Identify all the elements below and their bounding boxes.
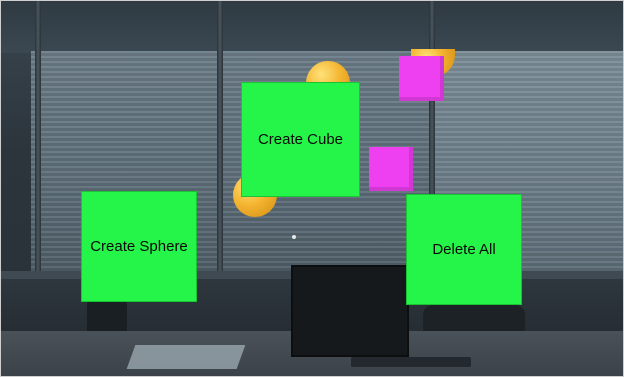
create-cube-label: Create Cube (257, 131, 344, 148)
create-sphere-button[interactable]: Create Sphere (81, 191, 197, 302)
hologram-cube[interactable] (369, 147, 413, 191)
create-cube-button[interactable]: Create Cube (241, 82, 360, 197)
gaze-cursor (292, 235, 296, 239)
delete-all-button[interactable]: Delete All (406, 194, 522, 305)
create-sphere-label: Create Sphere (90, 238, 188, 255)
hologram-cube[interactable] (399, 56, 444, 101)
ceiling (1, 1, 623, 53)
computer-monitor (291, 265, 409, 357)
delete-all-label: Delete All (432, 241, 496, 258)
keyboard (351, 357, 471, 367)
papers-on-desk (126, 345, 246, 369)
ar-viewport: Create Cube Create Sphere Delete All (0, 0, 624, 377)
